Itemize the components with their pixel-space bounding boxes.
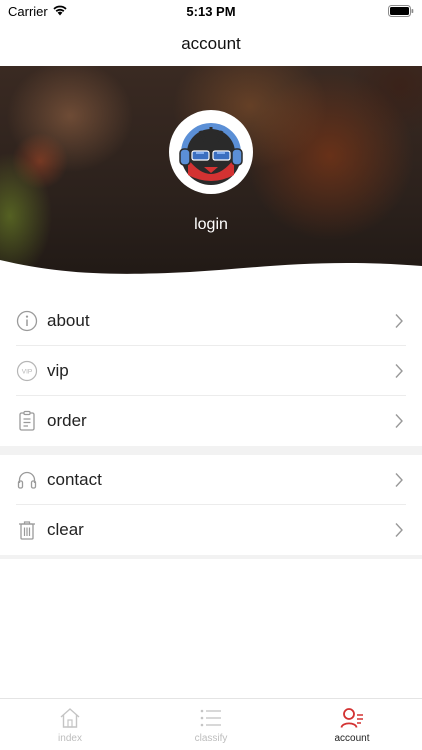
menu-item-vip[interactable]: VIP vip bbox=[0, 346, 422, 396]
home-icon bbox=[60, 708, 80, 728]
vip-badge-text: VIP bbox=[22, 369, 32, 376]
info-icon bbox=[16, 310, 38, 332]
battery-icon bbox=[388, 5, 414, 17]
clipboard-icon bbox=[19, 410, 35, 431]
menu-label-about: about bbox=[47, 311, 90, 330]
trash-icon bbox=[19, 521, 35, 540]
tab-bar: index classify account bbox=[0, 698, 422, 750]
tab-label-classify: classify bbox=[194, 733, 228, 744]
page-title: account bbox=[181, 34, 241, 53]
menu-item-order[interactable]: order bbox=[0, 396, 422, 446]
tab-classify[interactable]: classify bbox=[141, 699, 281, 750]
list-icon bbox=[200, 709, 221, 727]
tab-label-index: index bbox=[58, 733, 82, 744]
chevron-right-icon bbox=[395, 414, 403, 428]
menu-group-primary: about VIP vip order bbox=[0, 296, 422, 446]
menu-item-clear[interactable]: clear bbox=[0, 505, 422, 555]
hero-wave bbox=[0, 260, 422, 292]
tab-label-account: account bbox=[334, 733, 370, 744]
menu-item-contact[interactable]: contact bbox=[0, 455, 422, 505]
avatar[interactable] bbox=[169, 110, 253, 194]
login-link[interactable]: login bbox=[0, 216, 422, 234]
chevron-right-icon bbox=[395, 314, 403, 328]
menu-label-clear: clear bbox=[47, 520, 84, 539]
navigation-bar: account bbox=[0, 22, 422, 66]
headphones-icon bbox=[17, 471, 37, 489]
menu-label-vip: vip bbox=[47, 361, 69, 380]
vip-icon: VIP bbox=[16, 360, 38, 382]
section-separator bbox=[0, 446, 422, 455]
chevron-right-icon bbox=[395, 523, 403, 537]
profile-header: login bbox=[0, 66, 422, 292]
menu-item-about[interactable]: about bbox=[0, 296, 422, 346]
menu-label-contact: contact bbox=[47, 470, 102, 489]
tab-account[interactable]: account bbox=[282, 699, 422, 750]
account-icon bbox=[340, 708, 363, 728]
status-bar: Carrier 5:13 PM bbox=[0, 0, 422, 22]
status-time: 5:13 PM bbox=[186, 4, 236, 19]
menu-label-order: order bbox=[47, 411, 87, 430]
chevron-right-icon bbox=[395, 473, 403, 487]
avatar-image bbox=[174, 115, 248, 189]
section-separator bbox=[0, 555, 422, 559]
tab-index[interactable]: index bbox=[0, 699, 140, 750]
menu-group-secondary: contact clear bbox=[0, 455, 422, 555]
chevron-right-icon bbox=[395, 364, 403, 378]
